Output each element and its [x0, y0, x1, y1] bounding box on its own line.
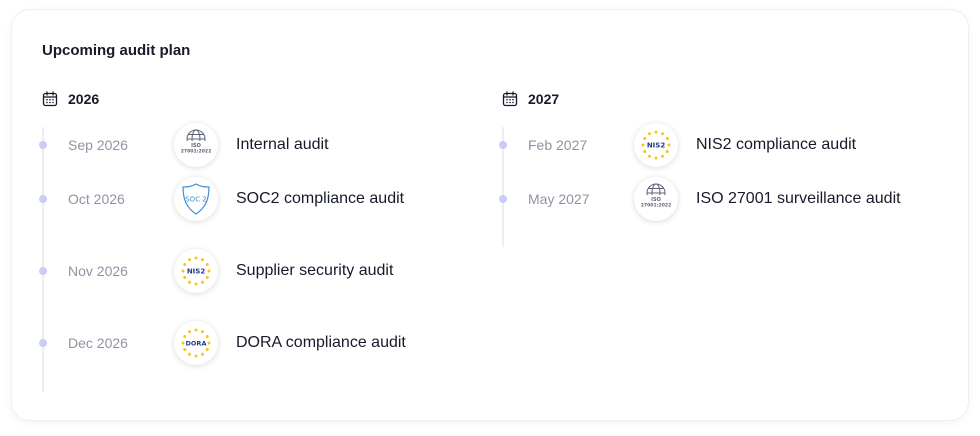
- iso-27001-badge-icon: ISO 27001:2022: [174, 123, 218, 167]
- eu-star-icon: [188, 330, 191, 334]
- audit-plan-card: Upcoming audit plan 2026 Sep 2026 ISO 27…: [12, 10, 968, 420]
- badge-text: NIS2: [187, 268, 206, 276]
- event-date: Feb 2027: [528, 137, 588, 153]
- year-header: 2026: [42, 88, 482, 110]
- eu-star-icon: [183, 276, 187, 279]
- eu-star-icon: [194, 256, 198, 260]
- eu-star-icon: [201, 258, 204, 262]
- badge-text: DORA: [186, 340, 207, 348]
- timeline-event: Dec 2026 DORA DORA compliance audit: [39, 307, 482, 379]
- badge-text: 27001:2022: [181, 149, 212, 155]
- soc2-badge-icon: SOC 2: [174, 177, 218, 221]
- event-date: Sep 2026: [68, 137, 128, 153]
- eu-star-icon: [207, 341, 211, 345]
- eu-star-icon: [641, 143, 645, 147]
- calendar-icon: [502, 91, 518, 107]
- eu-star-icon: [201, 352, 204, 356]
- eu-star-icon: [201, 280, 204, 284]
- eu-star-icon: [643, 150, 647, 153]
- eu-star-icon: [188, 280, 191, 284]
- event-name: Supplier security audit: [236, 262, 394, 279]
- eu-star-icon: [205, 348, 209, 351]
- eu-star-icon: [667, 143, 671, 147]
- event-date: Dec 2026: [68, 335, 128, 351]
- eu-star-icon: [188, 352, 191, 356]
- calendar-icon: [42, 91, 58, 107]
- badge-text: ISO: [651, 197, 661, 203]
- year-column-2026: 2026 Sep 2026 ISO 27001:2022 Internal au…: [39, 88, 482, 392]
- eu-star-icon: [654, 130, 658, 134]
- eu-star-icon: [194, 282, 198, 286]
- badge-text: SOC 2: [185, 196, 207, 204]
- badge-text: 27001:2022: [641, 203, 672, 209]
- timeline-event: Sep 2026 ISO 27001:2022 Internal audit: [39, 123, 482, 167]
- eu-star-icon: [188, 258, 191, 262]
- timeline-dot: [39, 339, 47, 347]
- event-name: Internal audit: [236, 136, 329, 153]
- eu-star-icon: [661, 132, 664, 136]
- badge-text: NIS2: [647, 142, 666, 150]
- nis2-badge-icon: NIS2: [634, 123, 678, 167]
- eu-star-icon: [194, 354, 198, 358]
- eu-star-icon: [183, 348, 187, 351]
- event-date: Oct 2026: [68, 191, 125, 207]
- event-date: May 2027: [528, 191, 590, 207]
- timeline: Feb 2027 NIS2 NIS2 compliance audit May …: [499, 123, 942, 247]
- dora-badge-icon: DORA: [174, 321, 218, 365]
- card-title: Upcoming audit plan: [42, 42, 191, 59]
- timeline-dot: [499, 195, 507, 203]
- eu-star-icon: [643, 137, 647, 140]
- eu-star-icon: [183, 263, 187, 266]
- year-label: 2027: [528, 91, 560, 107]
- eu-star-icon: [648, 154, 651, 158]
- timeline-event: May 2027 ISO 27001:2022 ISO 27001 survei…: [499, 163, 942, 235]
- eu-star-icon: [665, 137, 669, 140]
- eu-star-icon: [181, 269, 185, 273]
- eu-star-icon: [181, 341, 185, 345]
- eu-star-icon: [194, 328, 198, 332]
- timeline-dot: [39, 195, 47, 203]
- eu-star-icon: [207, 269, 211, 273]
- year-label: 2026: [68, 91, 100, 107]
- timeline-dot: [39, 267, 47, 275]
- eu-star-icon: [201, 330, 204, 334]
- eu-star-icon: [205, 276, 209, 279]
- timeline-event: Oct 2026 SOC 2 SOC2 compliance audit: [39, 163, 482, 235]
- event-name: SOC2 compliance audit: [236, 190, 405, 207]
- event-name: NIS2 compliance audit: [696, 136, 857, 153]
- eu-star-icon: [654, 156, 658, 160]
- eu-star-icon: [183, 335, 187, 338]
- event-date: Nov 2026: [68, 263, 128, 279]
- timeline-event: Feb 2027 NIS2 NIS2 compliance audit: [499, 123, 942, 167]
- event-name: DORA compliance audit: [236, 334, 406, 351]
- year-header: 2027: [502, 88, 942, 110]
- eu-star-icon: [205, 335, 209, 338]
- nis2-badge-icon: NIS2: [174, 249, 218, 293]
- eu-star-icon: [661, 154, 664, 158]
- timeline-dot: [39, 141, 47, 149]
- timeline-dot: [499, 141, 507, 149]
- timeline-event: Nov 2026 NIS2 Supplier security audit: [39, 235, 482, 307]
- timeline: Sep 2026 ISO 27001:2022 Internal audit O…: [39, 123, 482, 392]
- year-column-2027: 2027 Feb 2027 NIS2 NIS2 compliance audit…: [499, 88, 942, 247]
- badge-text: ISO: [191, 143, 201, 149]
- eu-star-icon: [648, 132, 651, 136]
- event-name: ISO 27001 surveillance audit: [696, 190, 901, 207]
- eu-star-icon: [665, 150, 669, 153]
- iso-27001-badge-icon: ISO 27001:2022: [634, 177, 678, 221]
- eu-star-icon: [205, 263, 209, 266]
